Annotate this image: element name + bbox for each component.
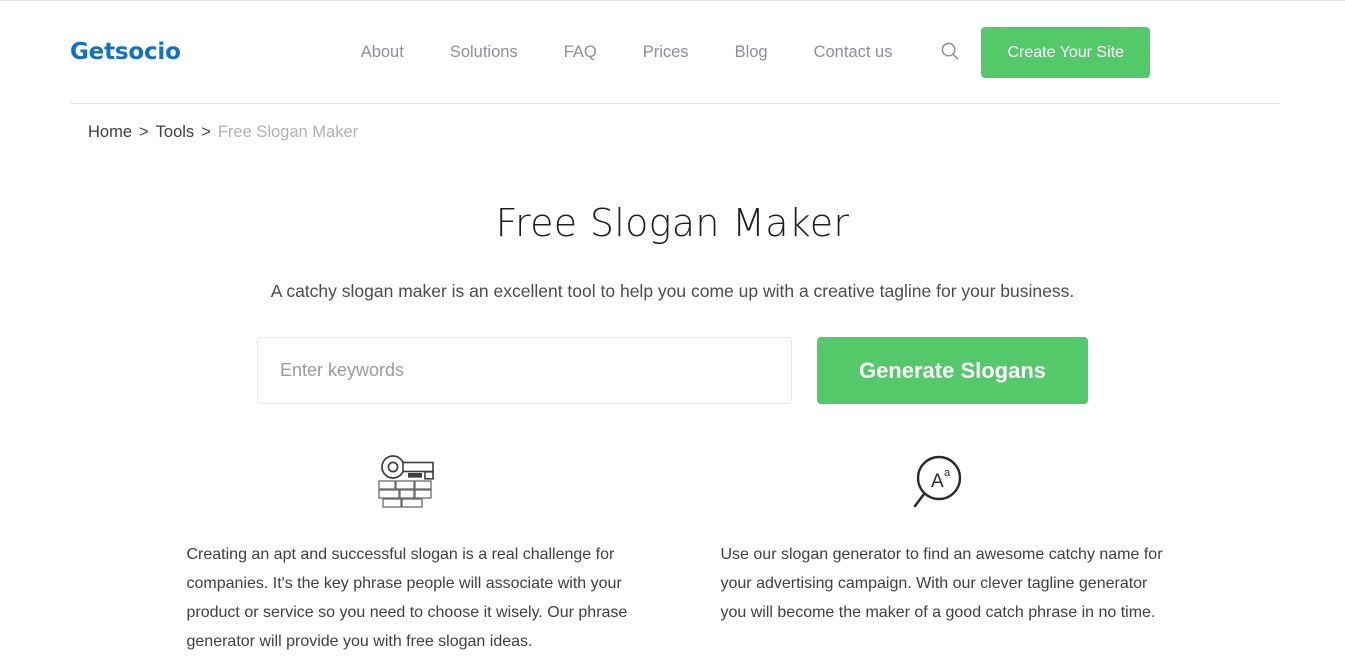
svg-text:a: a bbox=[944, 467, 951, 479]
create-your-site-button[interactable]: Create Your Site bbox=[981, 26, 1150, 78]
breadcrumb-separator: > bbox=[139, 123, 149, 141]
breadcrumb-separator: > bbox=[201, 123, 211, 141]
feature-card-tagline-search: A a Use our slogan generator to find an … bbox=[715, 452, 1165, 656]
key-brick-wall-icon bbox=[181, 452, 631, 514]
breadcrumb-item-tools[interactable]: Tools bbox=[156, 123, 195, 142]
slogan-generator-form: Generate Slogans bbox=[0, 337, 1345, 404]
generate-slogans-button[interactable]: Generate Slogans bbox=[817, 337, 1088, 404]
site-header: Getsocio About Solutions FAQ Prices Blog… bbox=[0, 0, 1345, 104]
page-subtitle: A catchy slogan maker is an excellent to… bbox=[270, 281, 1075, 301]
nav-item-prices[interactable]: Prices bbox=[620, 43, 712, 62]
breadcrumb-item-current: Free Slogan Maker bbox=[217, 123, 359, 141]
features-section: Creating an apt and successful slogan is… bbox=[0, 452, 1345, 656]
search-icon bbox=[940, 41, 960, 64]
feature-text: Creating an apt and successful slogan is… bbox=[186, 546, 628, 650]
page-title: Free Slogan Maker bbox=[495, 201, 850, 245]
nav-item-blog[interactable]: Blog bbox=[712, 43, 791, 62]
breadcrumb: Home > Tools > Free Slogan Maker bbox=[0, 104, 1345, 142]
nav-item-faq[interactable]: FAQ bbox=[541, 43, 620, 62]
magnifier-letter-a-icon: A a bbox=[715, 452, 1165, 514]
nav-item-solutions[interactable]: Solutions bbox=[427, 43, 541, 62]
keywords-input[interactable] bbox=[257, 337, 792, 404]
site-logo[interactable]: Getsocio bbox=[70, 39, 181, 65]
search-button[interactable] bbox=[937, 39, 963, 65]
feature-card-key-phrase: Creating an apt and successful slogan is… bbox=[181, 452, 631, 656]
breadcrumb-item-home[interactable]: Home bbox=[88, 123, 132, 142]
main-navigation: About Solutions FAQ Prices Blog Contact … bbox=[338, 26, 1150, 78]
svg-text:A: A bbox=[931, 471, 944, 492]
nav-item-contact-us[interactable]: Contact us bbox=[791, 43, 916, 62]
hero-section: Free Slogan Maker A catchy slogan maker … bbox=[0, 142, 1345, 404]
nav-item-about[interactable]: About bbox=[338, 43, 427, 62]
feature-text: Use our slogan generator to find an awes… bbox=[720, 546, 1163, 621]
